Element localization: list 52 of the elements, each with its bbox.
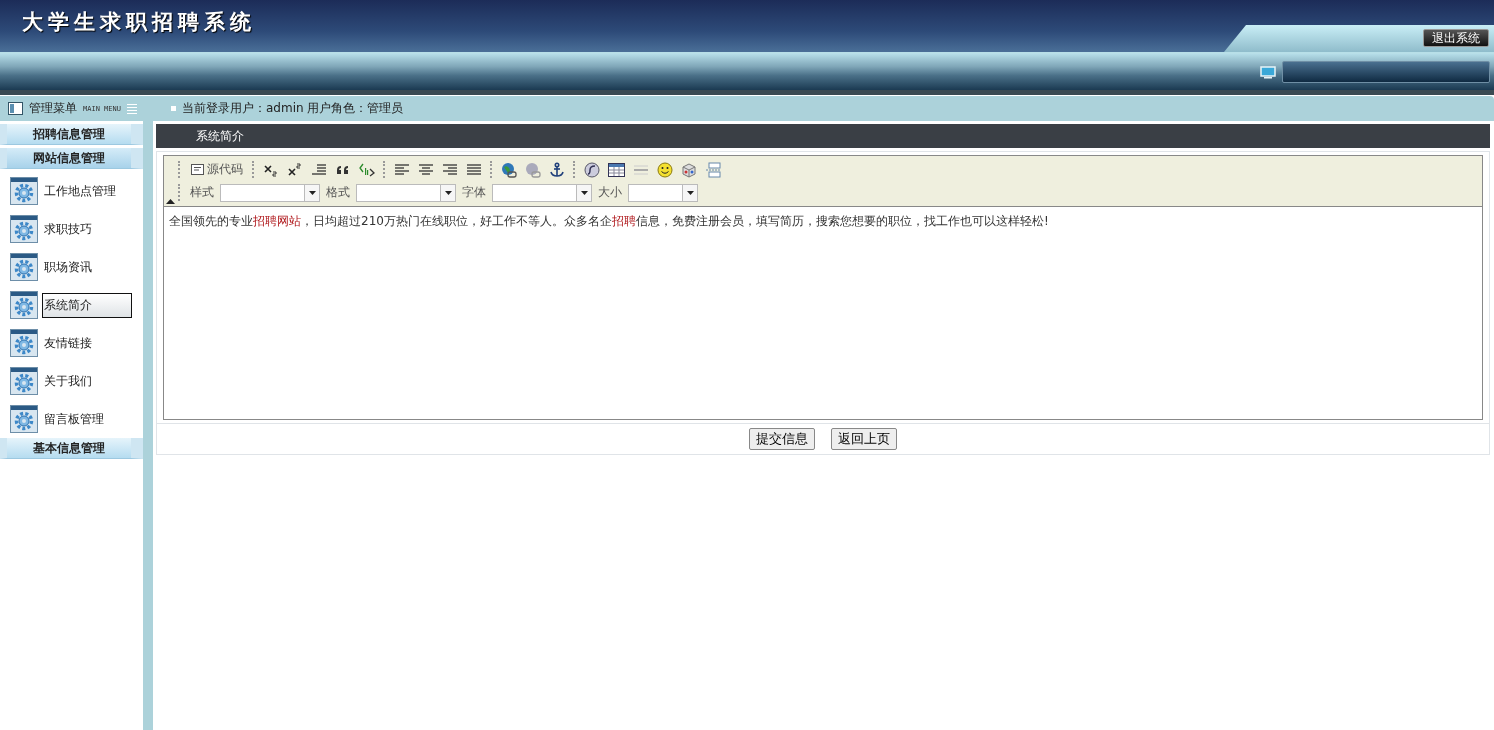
align-center-icon[interactable]: [416, 162, 436, 177]
monitor-icon: [1260, 65, 1276, 79]
globe-link-icon[interactable]: [499, 161, 519, 178]
bullet-icon: [171, 106, 176, 111]
flash-icon[interactable]: [582, 161, 602, 178]
layout-icon: [8, 102, 23, 115]
source-code-button[interactable]: 源代码: [188, 161, 246, 178]
smiley-icon[interactable]: [655, 161, 675, 178]
box-icon[interactable]: [679, 161, 699, 178]
sidebar-item[interactable]: 系统简介: [42, 292, 132, 318]
dropdown-label: 样式: [190, 184, 214, 201]
caret-icon[interactable]: [686, 190, 694, 195]
gear-icon: [10, 405, 38, 433]
sidebar-item[interactable]: 工作地点管理: [42, 178, 132, 204]
sidebar-item[interactable]: 职场资讯: [42, 254, 132, 280]
submit-button[interactable]: 提交信息: [749, 428, 815, 450]
gear-icon: [10, 329, 38, 357]
gear-icon: [10, 215, 38, 243]
caret-icon[interactable]: [308, 190, 316, 195]
sidebar-item[interactable]: 留言板管理: [42, 406, 132, 432]
align-left-icon[interactable]: [392, 162, 412, 177]
document-icon: [191, 164, 204, 175]
menu-title: 管理菜单: [29, 100, 77, 117]
gear-icon: [10, 291, 38, 319]
menu-group-header[interactable]: 基本信息管理: [0, 438, 143, 459]
site-title: 大学生求职招聘系统: [21, 8, 256, 36]
indent-icon[interactable]: [309, 162, 329, 177]
sidebar-item[interactable]: 关于我们: [42, 368, 132, 394]
menu-group-header[interactable]: 网站信息管理: [0, 148, 143, 169]
code-icon[interactable]: [357, 162, 377, 177]
collapse-icon[interactable]: [166, 199, 175, 204]
sidebar-item[interactable]: 友情链接: [42, 330, 132, 356]
table-icon[interactable]: [606, 162, 627, 177]
logout-button[interactable]: 退出系统: [1423, 29, 1489, 47]
gear-icon: [10, 253, 38, 281]
dropdown-label: 格式: [326, 184, 350, 201]
sidebar-item[interactable]: 求职技巧: [42, 216, 132, 242]
back-button[interactable]: 返回上页: [831, 428, 897, 450]
dropdown-label: 字体: [462, 184, 486, 201]
page-break-icon[interactable]: [703, 161, 723, 178]
gear-icon: [10, 367, 38, 395]
justify-icon[interactable]: [464, 162, 484, 177]
user-info: 当前登录用户：admin 用户角色：管理员: [182, 100, 404, 117]
lines-icon: [126, 102, 137, 115]
caret-icon[interactable]: [580, 190, 588, 195]
menu-group-header[interactable]: 招聘信息管理: [0, 124, 143, 145]
caret-icon[interactable]: [444, 190, 452, 195]
panel-title: 系统简介: [196, 127, 244, 145]
dropdown-label: 大小: [598, 184, 622, 201]
anchor-icon[interactable]: [547, 161, 567, 178]
gear-icon: [10, 177, 38, 205]
align-right-icon[interactable]: [440, 162, 460, 177]
